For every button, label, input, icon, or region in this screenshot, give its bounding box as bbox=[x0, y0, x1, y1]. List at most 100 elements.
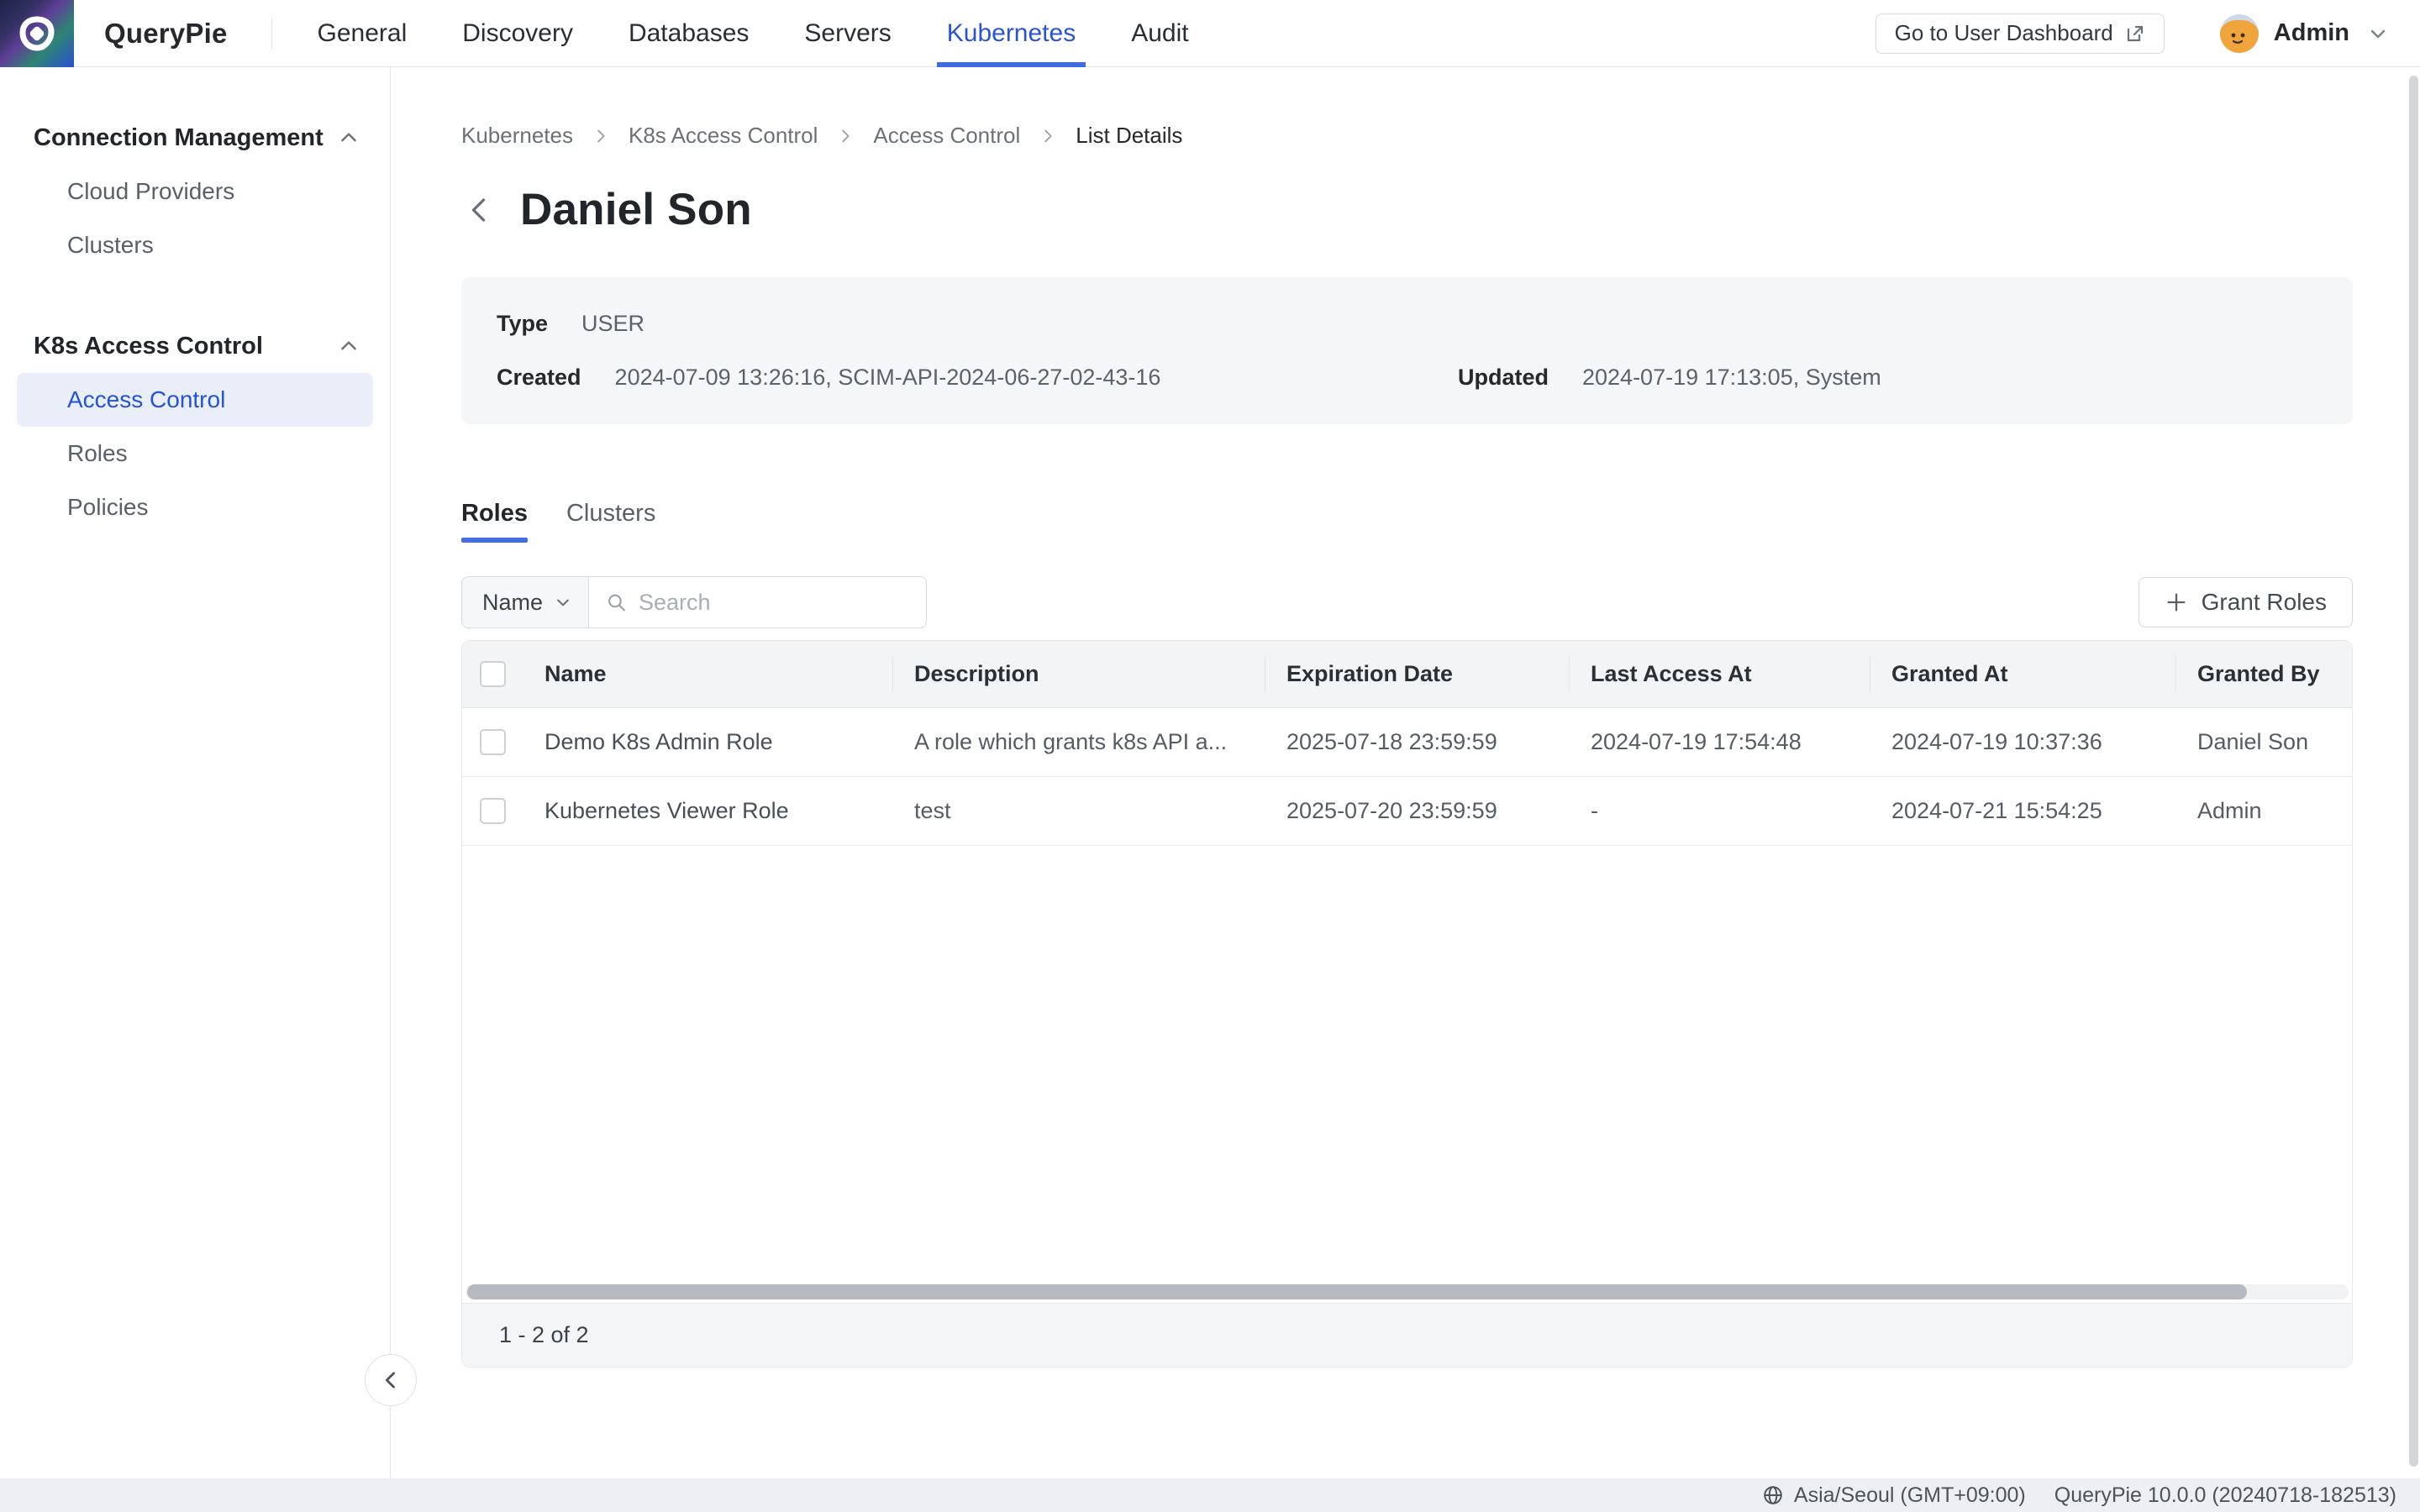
sidebar-spacer bbox=[0, 272, 390, 319]
cell-expiration-date: 2025-07-18 23:59:59 bbox=[1265, 708, 1569, 776]
pagination-bar: 1 - 2 of 2 bbox=[462, 1303, 2352, 1367]
version-text: QueryPie 10.0.0 (20240718-182513) bbox=[2054, 1483, 2396, 1508]
roles-table-card: Name Description Expiration Date Last Ac… bbox=[461, 640, 2353, 1368]
user-name[interactable]: Admin bbox=[2274, 19, 2349, 47]
sidebar-item-access-control[interactable]: Access Control bbox=[17, 373, 373, 427]
go-to-user-dashboard-button[interactable]: Go to User Dashboard bbox=[1876, 13, 2165, 54]
nav-item-servers[interactable]: Servers bbox=[804, 0, 891, 67]
column-header-last-access-at[interactable]: Last Access At bbox=[1569, 641, 1870, 707]
chevron-down-icon bbox=[555, 594, 571, 611]
nav-item-databases[interactable]: Databases bbox=[629, 0, 749, 67]
chevron-up-icon bbox=[338, 127, 360, 149]
column-header-description[interactable]: Description bbox=[892, 641, 1265, 707]
cell-name: Kubernetes Viewer Role bbox=[523, 777, 892, 845]
grant-roles-button[interactable]: Grant Roles bbox=[2139, 577, 2353, 627]
sidebar-section-connection-management[interactable]: Connection Management bbox=[0, 111, 390, 165]
page-title-row: Daniel Son bbox=[461, 184, 2353, 235]
chevron-left-icon bbox=[465, 195, 495, 225]
tab-roles[interactable]: Roles bbox=[461, 500, 528, 543]
chevron-right-icon bbox=[592, 127, 610, 145]
column-header-name[interactable]: Name bbox=[523, 641, 892, 707]
pagination-summary: 1 - 2 of 2 bbox=[499, 1322, 589, 1348]
globe-icon bbox=[1762, 1484, 1784, 1506]
sidebar-section-title: Connection Management bbox=[34, 124, 324, 152]
page-title: Daniel Son bbox=[520, 184, 752, 235]
vertical-scrollbar-thumb[interactable] bbox=[2409, 76, 2418, 1467]
user-menu-chevron-down-icon[interactable] bbox=[2368, 24, 2388, 44]
chevron-right-icon bbox=[1039, 127, 1057, 145]
cell-granted-by: Admin bbox=[2175, 777, 2352, 845]
search-filter-label: Name bbox=[482, 590, 543, 616]
topbar-right: Go to User Dashboard Admin bbox=[1876, 13, 2388, 54]
sidebar-section-title: K8s Access Control bbox=[34, 333, 263, 360]
sidebar-item-policies[interactable]: Policies bbox=[17, 480, 373, 534]
sidebar-collapse-button[interactable] bbox=[365, 1354, 417, 1406]
row-checkbox[interactable] bbox=[480, 729, 506, 755]
querypie-logo[interactable] bbox=[0, 0, 74, 67]
breadcrumb-access-control[interactable]: Access Control bbox=[873, 123, 1020, 149]
topbar-divider bbox=[271, 18, 272, 50]
nav-item-general[interactable]: General bbox=[318, 0, 408, 67]
querypie-logo-icon bbox=[18, 14, 56, 53]
timezone-text: Asia/Seoul (GMT+09:00) bbox=[1794, 1483, 2026, 1508]
primary-nav: General Discovery Databases Servers Kube… bbox=[318, 0, 1189, 67]
cell-granted-at: 2024-07-19 10:37:36 bbox=[1870, 708, 2175, 776]
breadcrumb-k8s-access-control[interactable]: K8s Access Control bbox=[629, 123, 818, 149]
type-label: Type bbox=[497, 311, 548, 337]
sidebar-item-clusters[interactable]: Clusters bbox=[17, 218, 373, 272]
search-box bbox=[589, 576, 927, 628]
tab-clusters[interactable]: Clusters bbox=[566, 500, 655, 543]
chevron-left-icon bbox=[379, 1368, 402, 1392]
search-icon bbox=[606, 591, 627, 614]
sidebar-section-k8s-access-control[interactable]: K8s Access Control bbox=[0, 319, 390, 373]
table-header-row: Name Description Expiration Date Last Ac… bbox=[462, 641, 2352, 708]
column-header-granted-by[interactable]: Granted By bbox=[2175, 641, 2352, 707]
chevron-up-icon bbox=[338, 335, 360, 357]
row-checkbox-cell bbox=[462, 777, 523, 845]
go-to-user-dashboard-label: Go to User Dashboard bbox=[1895, 20, 2113, 46]
nav-item-audit[interactable]: Audit bbox=[1131, 0, 1188, 67]
breadcrumb-kubernetes[interactable]: Kubernetes bbox=[461, 123, 573, 149]
horizontal-scrollbar-thumb[interactable] bbox=[467, 1284, 2247, 1299]
select-all-checkbox[interactable] bbox=[480, 661, 506, 687]
cell-description: test bbox=[892, 777, 1265, 845]
user-avatar[interactable] bbox=[2220, 14, 2259, 53]
select-all-cell bbox=[462, 641, 523, 707]
external-link-icon bbox=[2125, 24, 2145, 44]
sidebar-item-roles[interactable]: Roles bbox=[17, 427, 373, 480]
breadcrumb-list-details: List Details bbox=[1076, 123, 1182, 149]
cell-last-access-at: 2024-07-19 17:54:48 bbox=[1569, 708, 1870, 776]
cell-last-access-at: - bbox=[1569, 777, 1870, 845]
breadcrumb: Kubernetes K8s Access Control Access Con… bbox=[461, 123, 2353, 149]
nav-item-discovery[interactable]: Discovery bbox=[462, 0, 573, 67]
nav-item-kubernetes[interactable]: Kubernetes bbox=[947, 0, 1076, 67]
sidebar-item-cloud-providers[interactable]: Cloud Providers bbox=[17, 165, 373, 218]
grant-roles-label: Grant Roles bbox=[2202, 589, 2327, 616]
search-filter-select[interactable]: Name bbox=[461, 576, 589, 628]
main-content: Kubernetes K8s Access Control Access Con… bbox=[392, 67, 2420, 1478]
row-checkbox[interactable] bbox=[480, 798, 506, 824]
info-row-dates: Created 2024-07-09 13:26:16, SCIM-API-20… bbox=[497, 365, 2317, 391]
table-toolbar: Name Grant Roles bbox=[461, 576, 2353, 628]
created-label: Created bbox=[497, 365, 581, 391]
status-footer: Asia/Seoul (GMT+09:00) QueryPie 10.0.0 (… bbox=[0, 1478, 2420, 1512]
column-header-granted-at[interactable]: Granted At bbox=[1870, 641, 2175, 707]
chevron-right-icon bbox=[836, 127, 855, 145]
created-value: 2024-07-09 13:26:16, SCIM-API-2024-06-27… bbox=[615, 365, 1161, 391]
cell-name: Demo K8s Admin Role bbox=[523, 708, 892, 776]
search-input[interactable] bbox=[639, 590, 909, 616]
top-navigation-bar: QueryPie General Discovery Databases Ser… bbox=[0, 0, 2420, 67]
search-group: Name bbox=[461, 576, 927, 628]
table-row[interactable]: Demo K8s Admin Role A role which grants … bbox=[462, 708, 2352, 777]
detail-info-panel: Type USER Created 2024-07-09 13:26:16, S… bbox=[461, 277, 2353, 424]
back-button[interactable] bbox=[461, 192, 498, 228]
sidebar: Connection Management Cloud Providers Cl… bbox=[0, 67, 391, 1478]
app-window: QueryPie General Discovery Databases Ser… bbox=[0, 0, 2420, 1512]
updated-label: Updated bbox=[1458, 365, 1549, 391]
column-header-expiration-date[interactable]: Expiration Date bbox=[1265, 641, 1569, 707]
updated-value: 2024-07-19 17:13:05, System bbox=[1582, 365, 1881, 391]
table-row[interactable]: Kubernetes Viewer Role test 2025-07-20 2… bbox=[462, 777, 2352, 846]
type-value: USER bbox=[581, 311, 644, 337]
timezone-indicator[interactable]: Asia/Seoul (GMT+09:00) bbox=[1762, 1483, 2026, 1508]
cell-granted-by: Daniel Son bbox=[2175, 708, 2352, 776]
